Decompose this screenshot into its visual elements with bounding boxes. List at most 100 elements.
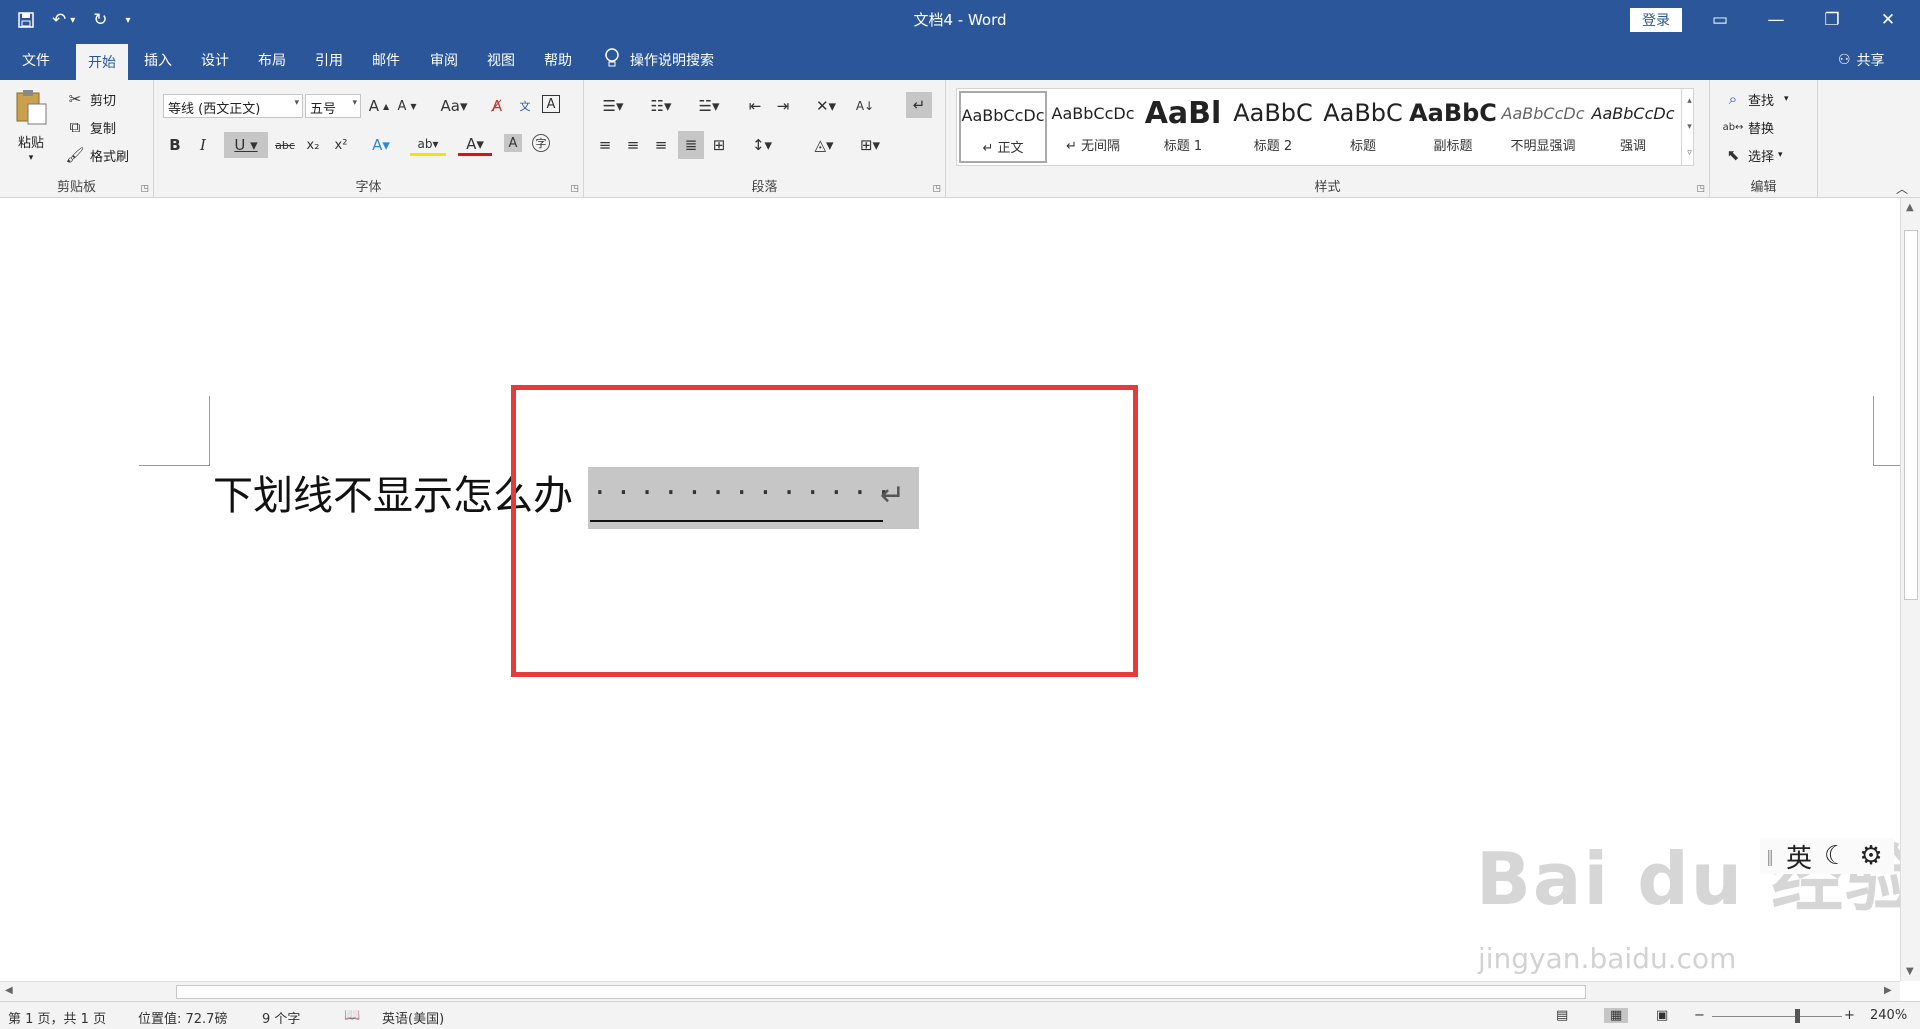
increase-indent-icon[interactable]: ⇥ — [772, 95, 794, 117]
style-item-no-spacing[interactable]: AaBbCcDc ↵ 无间隔 — [1049, 91, 1137, 163]
shrink-font-icon[interactable]: A ▼ — [396, 95, 418, 117]
tab-insert[interactable]: 插入 — [144, 40, 172, 80]
style-item-heading-2[interactable]: AaBbC 标题 2 — [1229, 91, 1317, 163]
bullets-icon[interactable]: ☰▾ — [594, 95, 632, 117]
drag-handle-icon[interactable]: ‖ — [1766, 847, 1774, 866]
restore-icon[interactable]: ❐ — [1804, 0, 1860, 40]
replace-button[interactable]: ab↔ 替换 — [1722, 116, 1774, 138]
font-color-icon[interactable]: A▾ — [458, 134, 492, 156]
style-item-emphasis[interactable]: AaBbCcDc 强调 — [1589, 91, 1677, 163]
clear-formatting-icon[interactable]: A̸ — [486, 95, 508, 117]
proofing-icon[interactable]: 📖 — [344, 1008, 360, 1023]
subscript-icon[interactable]: x₂ — [302, 134, 324, 156]
character-shading-icon[interactable]: A — [504, 134, 522, 152]
find-button[interactable]: ⌕ 查找 ▾ — [1722, 88, 1789, 110]
highlight-color-icon[interactable]: ab▾ — [410, 134, 446, 156]
tab-file[interactable]: 文件 — [22, 40, 50, 80]
font-size-select[interactable]: 五号 ▾ — [305, 94, 361, 118]
numbering-icon[interactable]: ☷▾ — [642, 95, 680, 117]
paste-button[interactable]: 粘贴 ▾ — [14, 88, 48, 163]
login-button[interactable]: 登录 — [1630, 8, 1682, 32]
ribbon-display-options-icon[interactable]: ▭ — [1692, 0, 1748, 40]
enclose-characters-icon[interactable]: 字 — [532, 134, 550, 152]
chinese-layout-icon[interactable]: ✕▾ — [808, 95, 844, 117]
horizontal-scrollbar[interactable]: ◀ ▶ — [0, 981, 1900, 1001]
bold-icon[interactable]: B — [164, 134, 186, 156]
moon-icon[interactable]: ☾ — [1824, 841, 1847, 871]
tab-help[interactable]: 帮助 — [544, 40, 572, 80]
zoom-slider-thumb[interactable] — [1795, 1009, 1800, 1023]
shading-icon[interactable]: ◬▾ — [806, 134, 842, 156]
copy-button[interactable]: ⧉ 复制 — [64, 116, 116, 138]
select-button[interactable]: ⬉ 选择 ▾ — [1722, 144, 1783, 166]
collapse-ribbon-icon[interactable]: ︿ — [1896, 180, 1908, 197]
align-left-icon[interactable]: ≡ — [594, 134, 616, 156]
chevron-down-icon[interactable]: ▾ — [1687, 122, 1692, 132]
phonetic-guide-icon[interactable]: 文 — [514, 95, 536, 117]
sort-icon[interactable]: A↓ — [854, 95, 876, 117]
zoom-out-icon[interactable]: − — [1694, 1008, 1705, 1023]
tell-me-search[interactable]: 操作说明搜索 — [604, 40, 714, 80]
ime-language-toggle[interactable]: 英 — [1786, 838, 1812, 875]
web-layout-icon[interactable]: ▣ — [1656, 1008, 1668, 1023]
read-mode-icon[interactable]: ▤ — [1556, 1008, 1568, 1023]
tab-review[interactable]: 审阅 — [430, 40, 458, 80]
borders-icon[interactable]: ⊞▾ — [852, 134, 888, 156]
scroll-up-icon[interactable]: ▲ — [1906, 202, 1914, 213]
line-spacing-icon[interactable]: ↕▾ — [744, 134, 780, 156]
scroll-right-icon[interactable]: ▶ — [1884, 985, 1892, 996]
close-icon[interactable]: ✕ — [1860, 0, 1916, 40]
scroll-left-icon[interactable]: ◀ — [5, 985, 13, 996]
tab-layout[interactable]: 布局 — [258, 40, 286, 80]
dialog-launcher-icon[interactable]: ◳ — [1696, 184, 1705, 194]
dialog-launcher-icon[interactable]: ◳ — [140, 184, 149, 194]
zoom-slider[interactable] — [1712, 1016, 1842, 1017]
superscript-icon[interactable]: x² — [330, 134, 352, 156]
scroll-down-icon[interactable]: ▼ — [1906, 966, 1914, 977]
distributed-icon[interactable]: ⊞ — [708, 134, 730, 156]
show-marks-icon[interactable]: ↵ — [906, 92, 932, 118]
gear-icon[interactable]: ⚙ — [1859, 841, 1882, 871]
print-layout-icon[interactable]: ▦ — [1604, 1008, 1629, 1023]
vertical-scrollbar[interactable]: ▲ ▼ — [1900, 198, 1920, 981]
cut-button[interactable]: ✂ 剪切 — [64, 88, 116, 110]
style-item-subtitle[interactable]: AaBbC 副标题 — [1409, 91, 1497, 163]
share-button[interactable]: ⚇ 共享 — [1838, 40, 1885, 80]
minimize-icon[interactable]: — — [1748, 0, 1804, 40]
text-effects-icon[interactable]: A▾ — [364, 134, 398, 156]
grow-font-icon[interactable]: A ▲ — [368, 95, 390, 117]
align-right-icon[interactable]: ≡ — [650, 134, 672, 156]
font-name-select[interactable]: 等线 (西文正文) ▾ — [163, 94, 303, 118]
scrollbar-thumb[interactable] — [1904, 230, 1918, 600]
strikethrough-icon[interactable]: abc — [274, 134, 296, 156]
change-case-icon[interactable]: Aa▾ — [436, 95, 472, 117]
tab-home[interactable]: 开始 — [76, 44, 128, 80]
dialog-launcher-icon[interactable]: ◳ — [570, 184, 579, 194]
word-count[interactable]: 9 个字 — [262, 1008, 300, 1027]
multilevel-list-icon[interactable]: ☱▾ — [690, 95, 728, 117]
language-indicator[interactable]: 英语(美国) — [382, 1008, 444, 1027]
more-icon[interactable]: ▿ — [1687, 148, 1692, 158]
style-item-normal[interactable]: AaBbCcDc ↵ 正文 — [959, 91, 1047, 163]
italic-icon[interactable]: I — [192, 134, 214, 156]
tab-references[interactable]: 引用 — [315, 40, 343, 80]
underline-button[interactable]: U ▾ — [224, 132, 268, 158]
zoom-in-icon[interactable]: + — [1844, 1008, 1855, 1023]
justify-icon[interactable]: ≣ — [678, 131, 704, 159]
tab-mailings[interactable]: 邮件 — [372, 40, 400, 80]
style-item-subtle-emphasis[interactable]: AaBbCcDc 不明显强调 — [1499, 91, 1587, 163]
style-item-heading-1[interactable]: AaBl 标题 1 — [1139, 91, 1227, 163]
decrease-indent-icon[interactable]: ⇤ — [744, 95, 766, 117]
zoom-level[interactable]: 240% — [1870, 1008, 1907, 1023]
format-painter-button[interactable]: 🖌 格式刷 — [64, 144, 129, 166]
styles-gallery-scroll[interactable]: ▴ ▾ ▿ — [1681, 88, 1697, 166]
tab-design[interactable]: 设计 — [201, 40, 229, 80]
scrollbar-thumb[interactable] — [176, 985, 1586, 999]
dialog-launcher-icon[interactable]: ◳ — [932, 184, 941, 194]
chevron-up-icon[interactable]: ▴ — [1687, 96, 1692, 106]
style-item-title[interactable]: AaBbC 标题 — [1319, 91, 1407, 163]
align-center-icon[interactable]: ≡ — [622, 134, 644, 156]
character-border-icon[interactable]: A — [542, 95, 560, 113]
page-count[interactable]: 第 1 页，共 1 页 — [8, 1008, 106, 1027]
tab-view[interactable]: 视图 — [487, 40, 515, 80]
